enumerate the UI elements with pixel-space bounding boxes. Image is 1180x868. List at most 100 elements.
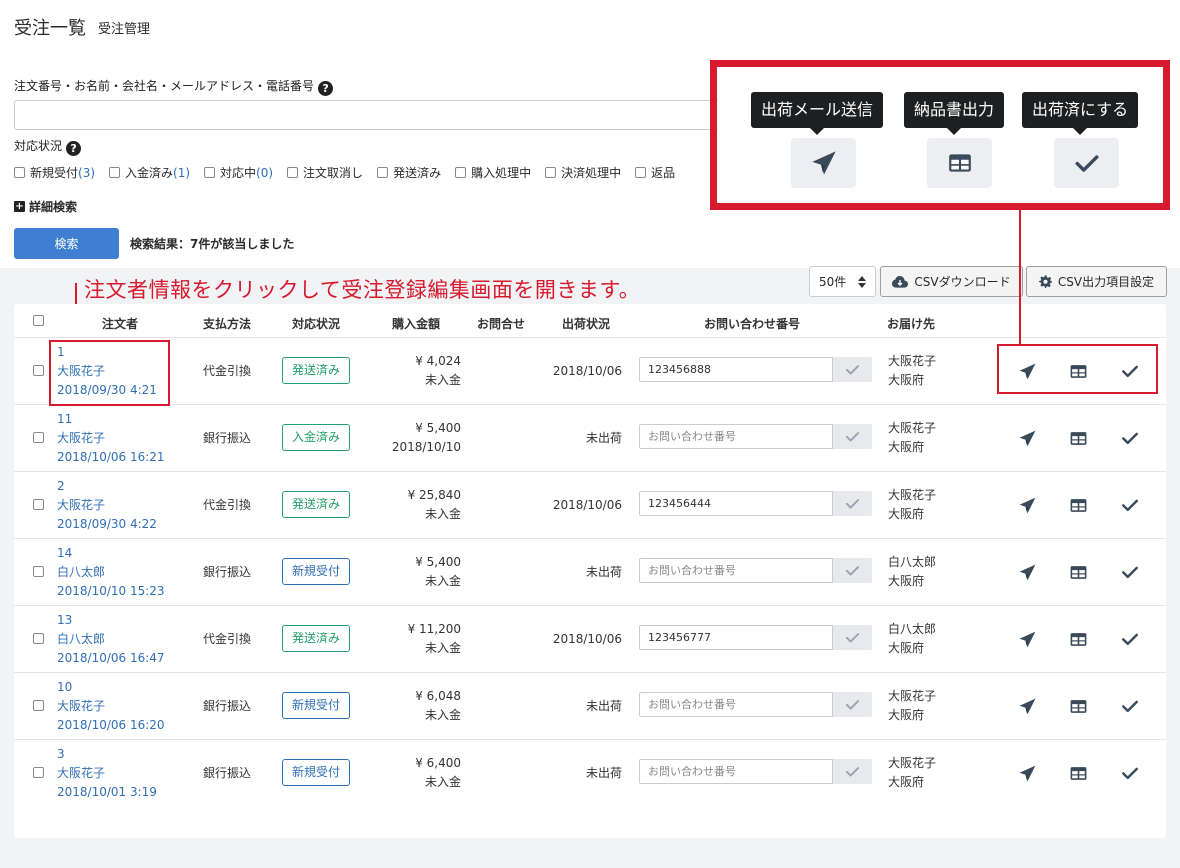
checkbox[interactable] [109,167,121,178]
check-icon [1121,496,1139,514]
orderer-link[interactable]: 14 白八太郎 2018/10/10 15:23 [57,544,165,601]
status-filter-cancelled[interactable]: 注文取消し [287,164,363,181]
mark-shipped-button[interactable] [1119,628,1141,650]
mark-shipped-button[interactable] [1119,762,1141,784]
shipping-status: 未出荷 [585,766,622,780]
delivery-note-button[interactable] [1067,427,1089,449]
row-checkbox[interactable] [33,633,44,644]
send-shipping-mail-button[interactable] [1016,695,1038,717]
checkbox[interactable] [204,167,216,178]
send-shipping-mail-button[interactable] [1016,762,1038,784]
tracking-number-input[interactable]: お問い合わせ番号 [639,558,833,583]
send-shipping-mail-button[interactable] [1016,628,1038,650]
payment-status: 未入金 [424,373,461,387]
highlight-tooltip-box [710,60,1170,210]
checkbox[interactable] [14,167,25,178]
orderer-name[interactable]: 大阪花子 [57,496,157,515]
mark-shipped-button[interactable] [1119,494,1141,516]
status-filter-label: 新規受付 [30,166,79,180]
orderer-name[interactable]: 大阪花子 [57,697,165,716]
status-filter-returned[interactable]: 返品 [635,164,675,181]
order-id[interactable]: 13 [57,611,165,630]
tracking-save-button[interactable] [833,759,872,784]
orderer-link[interactable]: 2 大阪花子 2018/09/30 4:22 [57,477,157,534]
row-checkbox[interactable] [33,767,44,778]
tracking-number-input[interactable]: お問い合わせ番号 [639,424,833,449]
page-header: 受注一覧 受注管理 [0,0,1180,50]
tracking-number-input[interactable]: お問い合わせ番号 [639,759,833,784]
help-icon[interactable]: ? [318,81,334,96]
order-date[interactable]: 2018/09/30 4:22 [57,515,157,534]
help-icon[interactable]: ? [66,141,82,156]
tracking-number-input[interactable]: お問い合わせ番号 [639,692,833,717]
status-filter-new[interactable]: 新規受付 (3) [14,164,95,181]
orderer-link[interactable]: 13 白八太郎 2018/10/06 16:47 [57,611,165,668]
row-checkbox[interactable] [33,365,44,376]
row-checkbox[interactable] [33,499,44,510]
advanced-search-toggle[interactable]: + 詳細検索 [14,198,77,215]
amount-cell: ¥ 6,048 未入金 [415,687,461,725]
per-page-select[interactable]: 50件 [809,266,876,297]
send-shipping-mail-button[interactable] [1016,561,1038,583]
order-date[interactable]: 2018/10/01 3:19 [57,783,157,802]
tracking-save-button[interactable] [833,558,872,583]
csv-settings-button[interactable]: CSV出力項目設定 [1026,266,1167,297]
orderer-name[interactable]: 白八太郎 [57,630,165,649]
status-filter-paid[interactable]: 入金済み (1) [109,164,190,181]
order-date[interactable]: 2018/10/10 15:23 [57,582,165,601]
tracking-save-button[interactable] [833,357,872,382]
orderer-link[interactable]: 3 大阪花子 2018/10/01 3:19 [57,745,157,802]
delivery-note-button[interactable] [1067,561,1089,583]
row-checkbox[interactable] [33,432,44,443]
tracking-save-button[interactable] [833,692,872,717]
col-payment: 支払方法 [203,317,252,331]
order-id[interactable]: 2 [57,477,157,496]
delivery-note-button[interactable] [1067,628,1089,650]
orderer-name[interactable]: 白八太郎 [57,563,165,582]
order-id[interactable]: 10 [57,678,165,697]
delivery-note-button[interactable] [1067,695,1089,717]
mark-shipped-button[interactable] [1119,561,1141,583]
order-date[interactable]: 2018/10/06 16:47 [57,649,165,668]
row-checkbox[interactable] [33,700,44,711]
destination-prefecture: 大阪府 [888,641,925,655]
status-filter-shipped[interactable]: 発送済み [377,164,441,181]
tracking-save-button[interactable] [833,625,872,650]
tracking-number-input[interactable]: 123456888 [639,357,833,382]
send-shipping-mail-button[interactable] [1016,494,1038,516]
status-filter-in-progress[interactable]: 対応中 (0) [204,164,273,181]
orderer-name[interactable]: 大阪花子 [57,764,157,783]
select-all-checkbox[interactable] [33,315,44,326]
orders-table: 注文者 支払方法 対応状況 購入金額 お問合せ 出荷状況 お問い合わせ番号 お届… [14,304,1166,838]
tracking-save-button[interactable] [833,424,872,449]
tracking-number-input[interactable]: 123456777 [639,625,833,650]
status-filter-settling[interactable]: 決済処理中 [545,164,621,181]
checkbox[interactable] [377,167,389,178]
csv-download-button[interactable]: CSVダウンロード [880,266,1023,297]
tracking-number-input[interactable]: 123456444 [639,491,833,516]
search-button[interactable]: 検索 [14,228,119,259]
mark-shipped-button[interactable] [1119,695,1141,717]
paper-plane-icon [1018,764,1037,783]
order-id[interactable]: 14 [57,544,165,563]
status-filter-purchasing[interactable]: 購入処理中 [455,164,531,181]
order-date[interactable]: 2018/10/06 16:21 [57,448,165,467]
checkbox[interactable] [545,167,557,178]
send-shipping-mail-button[interactable] [1016,427,1038,449]
order-id[interactable]: 11 [57,410,165,429]
mark-shipped-button[interactable] [1119,427,1141,449]
checkbox[interactable] [635,167,647,178]
checkbox[interactable] [287,167,299,178]
order-date[interactable]: 2018/10/06 16:20 [57,716,165,735]
orderer-link[interactable]: 10 大阪花子 2018/10/06 16:20 [57,678,165,735]
row-checkbox[interactable] [33,566,44,577]
delivery-note-button[interactable] [1067,494,1089,516]
delivery-note-button[interactable] [1067,762,1089,784]
payment-method: 銀行振込 [203,565,252,579]
order-id[interactable]: 3 [57,745,157,764]
orderer-link[interactable]: 11 大阪花子 2018/10/06 16:21 [57,410,165,467]
orderer-name[interactable]: 大阪花子 [57,429,165,448]
tracking-save-button[interactable] [833,491,872,516]
multi-search-input[interactable] [14,100,774,130]
checkbox[interactable] [455,167,467,178]
